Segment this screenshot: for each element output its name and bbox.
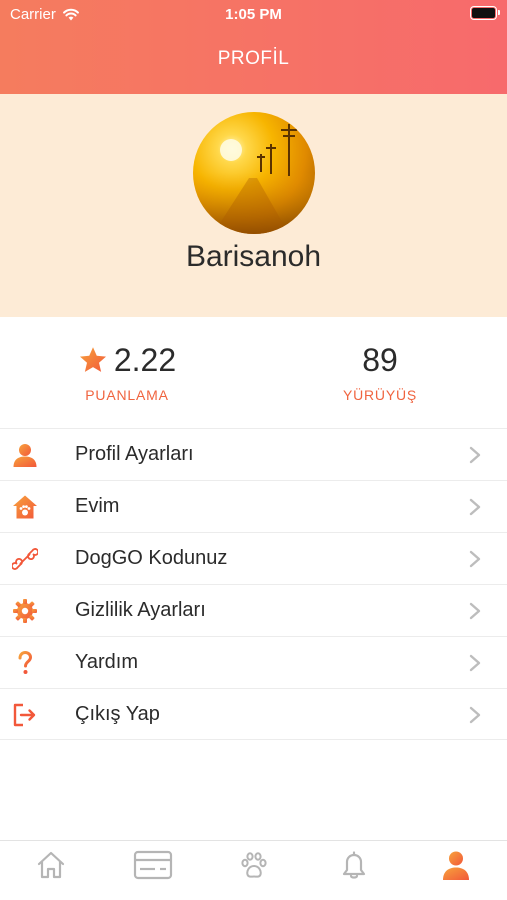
person-icon: [13, 444, 37, 467]
menu-item-label: Profil Ayarları: [75, 443, 194, 465]
menu-item-label: Gizlilik Ayarları: [75, 599, 206, 621]
logout-icon: [13, 703, 36, 727]
card-icon[interactable]: [133, 849, 173, 881]
tab-bar: [0, 840, 507, 900]
home-icon[interactable]: [35, 849, 67, 881]
walks-label: YÜRÜYÜŞ: [342, 387, 418, 403]
avatar-photo: [193, 124, 315, 234]
menu-item-help[interactable]: Yardım: [0, 636, 507, 688]
page-title: PROFİL: [217, 48, 290, 69]
avatar[interactable]: [193, 112, 315, 234]
home-paw-icon: [13, 495, 37, 519]
settings-menu: Profil Ayarları Evim DogGO Kodunuz Gizli…: [0, 428, 507, 740]
chevron-right-icon: [469, 550, 481, 568]
menu-item-profile-settings[interactable]: Profil Ayarları: [0, 428, 507, 480]
chevron-right-icon: [469, 602, 481, 620]
walks-value: 89: [362, 341, 398, 378]
chevron-right-icon: [469, 706, 481, 724]
rating-stat: 2.22 PUANLAMA: [27, 339, 227, 403]
menu-item-privacy-settings[interactable]: Gizlilik Ayarları: [0, 584, 507, 636]
question-icon: [18, 650, 33, 674]
battery-icon: [470, 6, 500, 20]
menu-item-doggo-code[interactable]: DogGO Kodunuz: [0, 532, 507, 584]
menu-item-label: DogGO Kodunuz: [75, 547, 228, 569]
menu-item-label: Yardım: [75, 651, 138, 673]
status-bar: Carrier 1:05 PM: [0, 0, 507, 28]
chevron-right-icon: [469, 654, 481, 672]
gear-icon: [13, 599, 37, 623]
bell-icon[interactable]: [338, 849, 370, 881]
stats: 2.22 PUANLAMA 89 YÜRÜYÜŞ: [0, 317, 507, 427]
star-icon: [79, 347, 106, 372]
menu-item-label: Evim: [75, 495, 120, 517]
clock: 1:05 PM: [225, 6, 282, 23]
bone-icon: [12, 548, 38, 570]
profile-band: Barisanoh: [0, 94, 507, 317]
profile-icon[interactable]: [440, 849, 472, 881]
paw-icon[interactable]: [238, 849, 270, 881]
rating-value-row: 2.22: [27, 339, 227, 381]
chevron-right-icon: [469, 498, 481, 516]
chevron-right-icon: [469, 446, 481, 464]
menu-item-my-home[interactable]: Evim: [0, 480, 507, 532]
username: Barisanoh: [185, 240, 322, 273]
rating-value: 2.22: [113, 341, 177, 378]
header: Carrier 1:05 PM PROFİL: [0, 0, 507, 94]
walks-stat: 89 YÜRÜYÜŞ: [280, 339, 480, 404]
rating-label: PUANLAMA: [85, 387, 169, 403]
menu-item-logout[interactable]: Çıkış Yap: [0, 688, 507, 740]
menu-item-label: Çıkış Yap: [75, 702, 160, 725]
